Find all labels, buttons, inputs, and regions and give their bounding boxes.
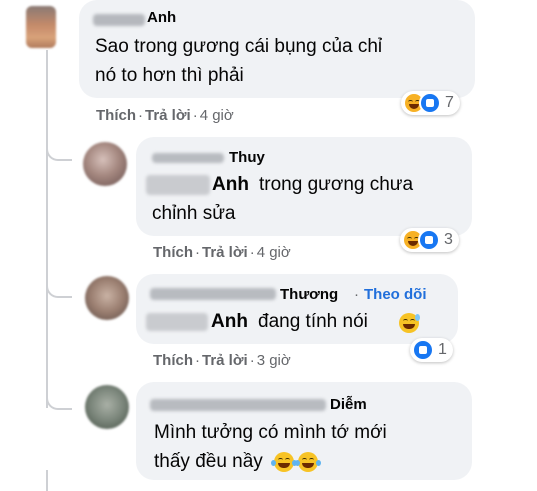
tears-of-joy-emoji <box>271 452 321 474</box>
thread-line <box>46 50 48 408</box>
reaction-summary[interactable]: 3 <box>400 228 459 252</box>
avatar[interactable] <box>83 142 127 186</box>
comment-text: thấy đều nầy <box>154 451 263 472</box>
avatar[interactable] <box>85 276 129 320</box>
blurred-tag <box>146 313 208 331</box>
comment-time[interactable]: 4 giờ <box>200 107 234 124</box>
like-icon <box>419 92 441 114</box>
reaction-summary[interactable]: 1 <box>410 338 453 362</box>
comment-time[interactable]: 3 giờ <box>257 352 291 369</box>
follow-link[interactable]: Theo dõi <box>364 286 427 303</box>
like-link[interactable]: Thích <box>153 352 193 369</box>
comment-time[interactable]: 4 giờ <box>257 244 291 261</box>
like-link[interactable]: Thích <box>96 107 136 124</box>
thread-connector <box>46 394 72 410</box>
blurred-name <box>150 288 276 300</box>
reply-link[interactable]: Trả lời <box>202 244 248 261</box>
mention-tag[interactable]: Anh <box>212 170 249 199</box>
avatar[interactable] <box>26 6 56 48</box>
comment-actions: Thích · Trả lời · 3 giờ <box>153 352 291 369</box>
reply-link[interactable]: Trả lời <box>145 107 191 124</box>
blurred-name <box>150 399 326 411</box>
reaction-count: 7 <box>445 94 454 111</box>
comment-text: Sao trong gương cái bụng của chỉ <box>95 36 383 57</box>
comment-author[interactable]: Diễm <box>330 396 367 413</box>
comment-text: Mình tưởng có mình tớ mới <box>154 422 387 443</box>
comment-actions: Thích · Trả lời · 4 giờ <box>153 244 291 261</box>
blurred-name <box>152 153 224 163</box>
comment-text: chỉnh sửa <box>152 203 236 224</box>
avatar[interactable] <box>85 385 129 429</box>
mention-tag[interactable]: Anh <box>211 307 248 336</box>
dot-separator: · <box>354 286 359 303</box>
comment-text: đang tính nói <box>258 311 368 332</box>
comment-bubble: Thuy Anh trong gương chưa chỉnh sửa <box>136 137 472 236</box>
blurred-tag <box>146 175 210 195</box>
thread-connector <box>46 145 72 161</box>
like-link[interactable]: Thích <box>153 244 193 261</box>
reaction-count: 3 <box>444 231 453 248</box>
like-icon <box>412 339 434 361</box>
reaction-summary[interactable]: 7 <box>401 91 460 115</box>
thread-line <box>46 470 48 491</box>
comment-bubble: Anh Sao trong gương cái bụng của chỉ nó … <box>79 0 475 98</box>
blurred-name <box>93 14 145 26</box>
reply-link[interactable]: Trả lời <box>202 352 248 369</box>
comment-author[interactable]: Anh <box>147 9 176 26</box>
reaction-count: 1 <box>438 341 447 358</box>
comment-bubble: Thương · Theo dõi Anh đang tính nói <box>136 274 458 344</box>
comment-author[interactable]: Thương <box>280 286 338 303</box>
comment-author[interactable]: Thuy <box>229 149 265 166</box>
like-icon <box>418 229 440 251</box>
comment-bubble: Diễm Mình tưởng có mình tớ mới thấy đều … <box>136 382 472 480</box>
grinning-sweat-emoji <box>399 313 420 333</box>
comment-text: trong gương chưa <box>259 174 414 195</box>
thread-connector <box>46 282 72 298</box>
comment-actions: Thích · Trả lời · 4 giờ <box>96 107 234 124</box>
comment-text: nó to hơn thì phải <box>95 65 244 86</box>
